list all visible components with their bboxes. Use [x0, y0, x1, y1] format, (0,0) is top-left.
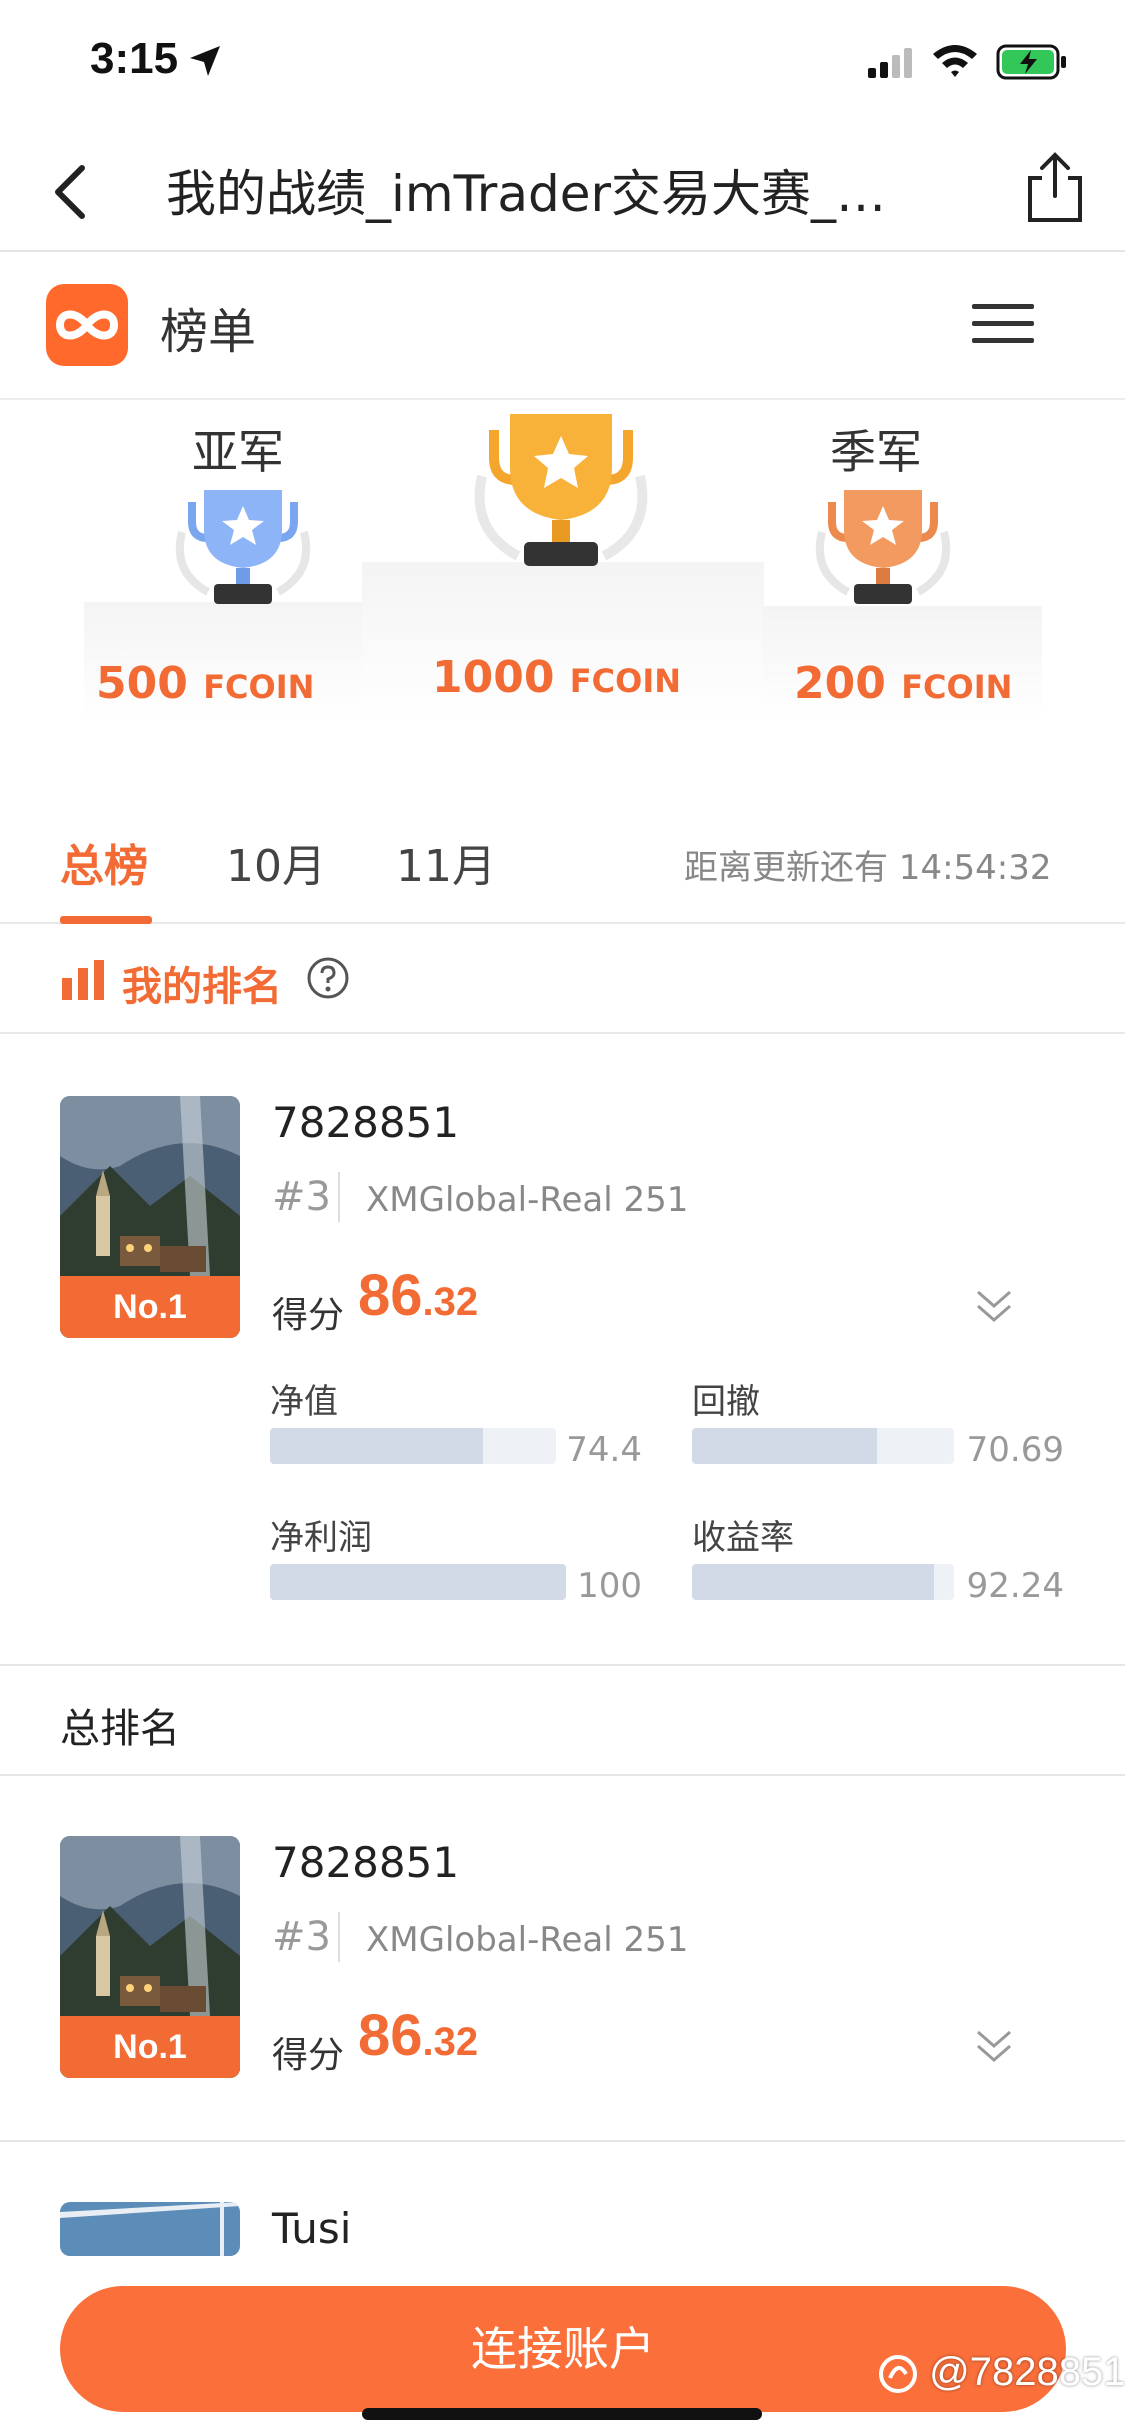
my-rank-title: 我的排名 — [122, 964, 282, 1010]
tab-november[interactable]: 11月 — [396, 830, 496, 894]
metric-bar-fill — [270, 1428, 483, 1464]
username: 7828851 — [272, 1838, 460, 1887]
second-prize: 500 FCOIN — [96, 658, 314, 709]
bronze-trophy-icon — [815, 490, 951, 604]
username: Tusi — [272, 2204, 352, 2253]
score-decimal: .32 — [422, 2020, 479, 2064]
menu-line — [972, 321, 1034, 326]
score-decimal: .32 — [422, 1280, 479, 1324]
menu-line — [972, 338, 1034, 343]
app-header: 榜单 — [0, 252, 1125, 400]
my-rank-header: 我的排名 — [0, 926, 1125, 1034]
server-name: XMGlobal-Real 251 — [366, 1920, 689, 1960]
metric-label: 净利润 — [270, 1518, 372, 1558]
ranking-list-item[interactable]: Tusi — [0, 2142, 1125, 2256]
metric-value: 70.69 — [966, 1430, 1064, 1470]
signal-icon — [868, 48, 912, 78]
gold-trophy-icon — [474, 414, 648, 566]
score-integer: 86 — [358, 1263, 423, 1328]
rank-number: #3 — [272, 1174, 331, 1220]
watermark-logo-icon — [879, 2355, 917, 2394]
metric-label: 净值 — [270, 1382, 338, 1422]
metric-bar — [270, 1564, 566, 1600]
share-button[interactable] — [1022, 148, 1088, 228]
second-prize-amount: 500 — [96, 658, 188, 709]
first-prize-amount: 1000 — [432, 652, 555, 703]
overall-ranking-title: 总排名 — [60, 1706, 180, 1752]
app-logo — [46, 284, 128, 366]
avatar: No.1 — [60, 1096, 240, 1338]
score-label: 得分 — [272, 1295, 345, 1336]
app-name: 榜单 — [160, 304, 257, 360]
third-prize-unit: FCOIN — [901, 668, 1013, 706]
silver-trophy-icon — [175, 490, 311, 604]
tab-october[interactable]: 10月 — [226, 830, 326, 894]
podium: 亚军 季军 500 FCOIN 1000 FCOIN 200 FCOIN — [0, 402, 1125, 742]
share-icon — [1028, 152, 1082, 222]
status-bar: 3:15 — [0, 0, 1125, 125]
battery-charging-icon — [996, 44, 1066, 80]
menu-line — [972, 304, 1034, 309]
metric-bar — [692, 1428, 954, 1464]
nav-bar: 我的战绩_imTrader交易大赛_… — [0, 130, 1125, 252]
bar-chart-icon — [62, 960, 104, 1000]
home-indicator — [362, 2408, 762, 2420]
score-value: 86.32 — [358, 2002, 478, 2069]
metric-label: 收益率 — [692, 1518, 794, 1558]
active-tab-indicator — [60, 916, 152, 924]
score-value: 86.32 — [358, 1262, 478, 1329]
chevron-left-icon — [55, 165, 85, 219]
vertical-divider — [338, 1912, 340, 1962]
period-tabs: 总榜 10月 11月 距离更新还有 14:54:32 — [0, 800, 1125, 924]
avatar: No.1 — [60, 1836, 240, 2078]
update-countdown: 距离更新还有 14:54:32 — [684, 848, 1052, 888]
chevron-double-down-icon[interactable] — [972, 2026, 1016, 2066]
second-place-label: 亚军 — [192, 425, 284, 479]
metric-label: 回撤 — [692, 1382, 760, 1422]
rank-badge: No.1 — [60, 1276, 240, 1338]
score-label: 得分 — [272, 2035, 345, 2076]
metric-bar-fill — [270, 1564, 566, 1600]
vertical-divider — [338, 1172, 340, 1222]
avatar — [60, 2202, 240, 2256]
third-prize: 200 FCOIN — [794, 658, 1012, 709]
metric-bar-fill — [692, 1428, 878, 1464]
first-prize: 1000 FCOIN — [432, 652, 681, 703]
watermark: @7828851 — [878, 2350, 1125, 2395]
help-icon[interactable] — [306, 956, 350, 1000]
location-arrow-icon — [190, 46, 220, 76]
my-rank-card: No.1 7828851 #3 XMGlobal-Real 251 得分 86.… — [0, 1036, 1125, 1664]
infinity-logo-icon — [55, 310, 119, 340]
third-place-label: 季军 — [830, 425, 922, 479]
rank-badge: No.1 — [60, 2016, 240, 2078]
ranking-list-item[interactable]: No.1 7828851 #3 XMGlobal-Real 251 得分 86.… — [0, 1776, 1125, 2140]
second-prize-unit: FCOIN — [203, 668, 315, 706]
chevron-double-down-icon[interactable] — [972, 1286, 1016, 1326]
tab-overall[interactable]: 总榜 — [60, 830, 148, 894]
metric-value: 100 — [577, 1566, 642, 1606]
metric-value: 92.24 — [966, 1566, 1064, 1606]
metric-bar — [692, 1564, 954, 1600]
metric-bar-fill — [692, 1564, 934, 1600]
wifi-icon — [933, 45, 977, 77]
page-title: 我的战绩_imTrader交易大赛_… — [166, 165, 887, 223]
back-button[interactable] — [40, 152, 110, 228]
metric-value: 74.4 — [566, 1430, 642, 1470]
divider — [0, 1664, 1125, 1666]
metric-bar — [270, 1428, 556, 1464]
avatar-image — [60, 2202, 240, 2256]
third-prize-amount: 200 — [794, 658, 886, 709]
first-prize-unit: FCOIN — [569, 662, 682, 700]
username: 7828851 — [272, 1098, 460, 1147]
rank-number: #3 — [272, 1914, 331, 1960]
score-integer: 86 — [358, 2003, 423, 2068]
watermark-text: @7828851 — [929, 2350, 1125, 2394]
menu-button[interactable] — [972, 304, 1034, 346]
status-time: 3:15 — [90, 34, 179, 83]
server-name: XMGlobal-Real 251 — [366, 1180, 689, 1220]
